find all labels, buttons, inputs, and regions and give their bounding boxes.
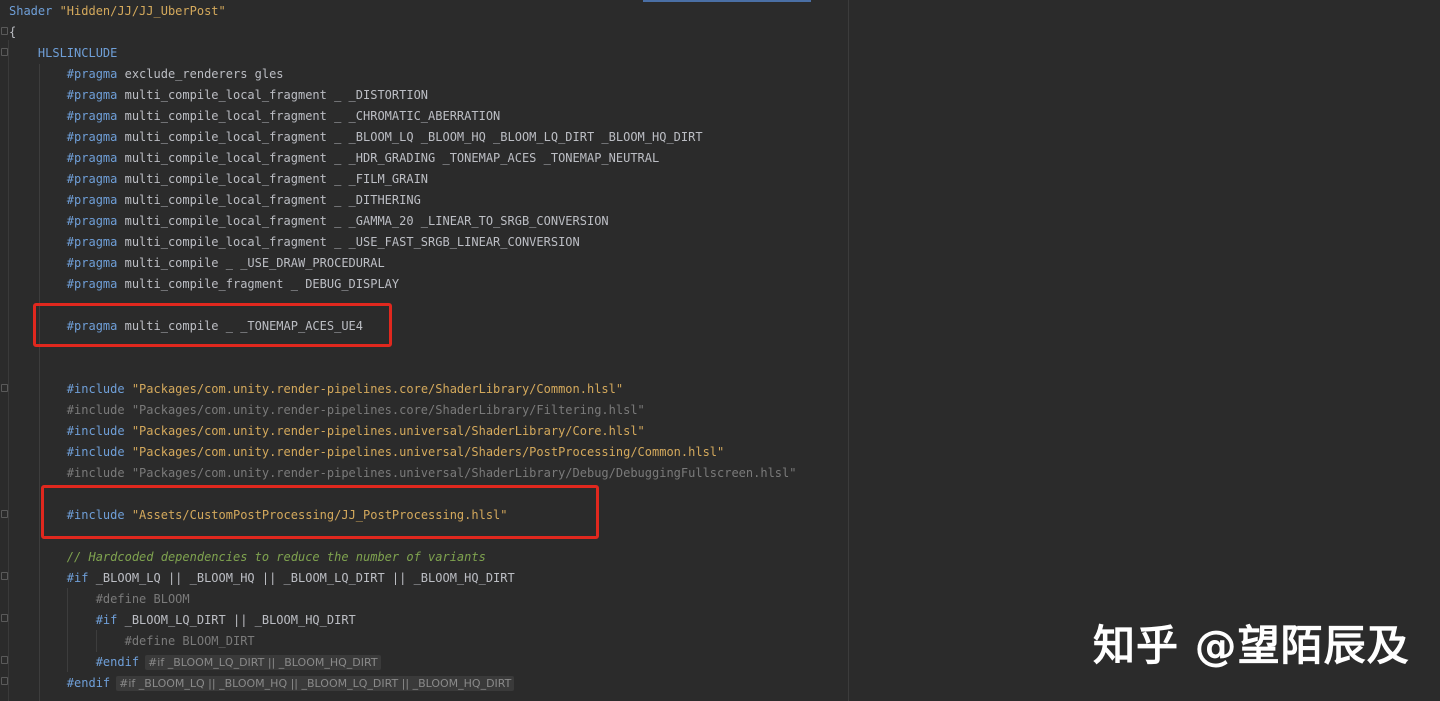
code-token: { [9, 25, 17, 39]
code-line[interactable]: #if _BLOOM_LQ || _BLOOM_HQ || _BLOOM_LQ_… [9, 568, 515, 589]
code-line[interactable]: #pragma multi_compile _ _USE_DRAW_PROCED… [9, 253, 385, 274]
code-line[interactable]: // Hardcoded dependencies to reduce the … [9, 547, 486, 568]
code-token: multi_compile_fragment _ DEBUG_DISPLAY [124, 277, 400, 291]
code-token: multi_compile_local_fragment _ _USE_FAST… [124, 235, 580, 249]
highlight-box-custom-include [41, 485, 599, 539]
code-token: "Hidden/JJ/JJ_UberPost" [59, 4, 226, 18]
code-token: _BLOOM_LQ_DIRT || _BLOOM_HQ_DIRT [124, 613, 356, 627]
fold-toggle-icon[interactable] [1, 614, 8, 622]
code-token: #pragma [9, 235, 125, 249]
code-token: #include "Packages/com.unity.render-pipe… [9, 466, 797, 480]
fold-toggle-icon[interactable] [1, 48, 8, 56]
code-line[interactable]: #endif #if _BLOOM_LQ || _BLOOM_HQ || _BLO… [9, 673, 515, 694]
watermark: 知乎 @望陌辰及 [1093, 621, 1410, 670]
code-token: _BLOOM_LQ || _BLOOM_HQ || _BLOOM_LQ_DIRT… [95, 571, 515, 585]
code-line[interactable]: { [9, 22, 16, 43]
code-line[interactable]: #pragma multi_compile_local_fragment _ _… [9, 148, 659, 169]
fold-toggle-icon[interactable] [1, 27, 8, 35]
code-editor[interactable]: Shader "Hidden/JJ/JJ_UberPost" { HLSLINCL… [0, 0, 1440, 701]
code-line[interactable]: #pragma multi_compile_local_fragment _ _… [9, 85, 428, 106]
code-token: #pragma [9, 130, 125, 144]
code-token: multi_compile_local_fragment _ _HDR_GRAD… [124, 151, 660, 165]
code-line[interactable]: #include "Packages/com.unity.render-pipe… [9, 442, 724, 463]
code-token: multi_compile_local_fragment _ _FILM_GRA… [124, 172, 429, 186]
code-token: #pragma [9, 172, 125, 186]
code-token: #pragma [9, 214, 125, 228]
code-line[interactable]: Shader "Hidden/JJ/JJ_UberPost" [9, 1, 226, 22]
highlight-box-tonemap-pragma [33, 303, 392, 347]
fold-toggle-icon[interactable] [1, 510, 8, 518]
fold-toggle-icon[interactable] [1, 677, 8, 685]
code-line[interactable]: #pragma multi_compile_local_fragment _ _… [9, 211, 609, 232]
code-token: multi_compile_local_fragment _ _DITHERIN… [124, 193, 421, 207]
code-token: #endif [9, 676, 111, 690]
code-token: #include [9, 424, 132, 438]
code-token: Shader [9, 4, 60, 18]
scroll-indicator [643, 0, 811, 2]
code-line[interactable]: #include "Packages/com.unity.render-pipe… [9, 400, 645, 421]
code-token: #if [9, 571, 96, 585]
fold-toggle-icon[interactable] [1, 572, 8, 580]
code-token: #define BLOOM_DIRT [9, 634, 255, 648]
code-token: #pragma [9, 151, 125, 165]
code-token: #endif [9, 655, 140, 669]
code-line[interactable]: #include "Packages/com.unity.render-pipe… [9, 379, 623, 400]
code-line[interactable]: #include "Packages/com.unity.render-pipe… [9, 421, 645, 442]
code-token: #include [9, 445, 132, 459]
code-token: #if [9, 613, 125, 627]
code-token: multi_compile_local_fragment _ _DISTORTI… [124, 88, 429, 102]
code-token: #include [9, 382, 132, 396]
code-token: "Packages/com.unity.render-pipelines.uni… [131, 424, 645, 438]
code-line[interactable]: HLSLINCLUDE [9, 43, 117, 64]
code-token: "Packages/com.unity.render-pipelines.uni… [131, 445, 725, 459]
code-line[interactable]: #pragma multi_compile_local_fragment _ _… [9, 190, 421, 211]
code-line[interactable]: #pragma multi_compile_fragment _ DEBUG_D… [9, 274, 399, 295]
code-line[interactable]: #define BLOOM_DIRT [9, 631, 255, 652]
code-token: HLSLINCLUDE [9, 46, 118, 60]
inlay-hint: #if _BLOOM_LQ_DIRT || _BLOOM_HQ_DIRT [145, 655, 381, 670]
code-line[interactable]: #if _BLOOM_LQ_DIRT || _BLOOM_HQ_DIRT [9, 610, 356, 631]
code-line[interactable]: #pragma multi_compile_local_fragment _ _… [9, 106, 500, 127]
code-token: "Packages/com.unity.render-pipelines.cor… [131, 382, 624, 396]
code-token: #pragma [9, 109, 125, 123]
code-line[interactable]: #pragma multi_compile_local_fragment _ _… [9, 169, 428, 190]
code-token: multi_compile_local_fragment _ _GAMMA_20… [124, 214, 609, 228]
code-token: // Hardcoded dependencies to reduce the … [9, 550, 486, 564]
code-token: #include "Packages/com.unity.render-pipe… [9, 403, 645, 417]
code-token: multi_compile _ _USE_DRAW_PROCEDURAL [124, 256, 385, 270]
right-margin-guide [848, 0, 849, 701]
code-token: exclude_renderers gles [124, 67, 284, 81]
code-line[interactable]: #pragma multi_compile_local_fragment _ _… [9, 232, 580, 253]
code-token: #pragma [9, 193, 125, 207]
code-token: #define BLOOM [9, 592, 190, 606]
code-line[interactable]: #endif #if _BLOOM_LQ_DIRT || _BLOOM_HQ_DI… [9, 652, 381, 673]
code-line[interactable]: #include "Packages/com.unity.render-pipe… [9, 463, 797, 484]
code-line[interactable]: #pragma exclude_renderers gles [9, 64, 284, 85]
code-token: #pragma [9, 277, 125, 291]
code-line[interactable]: #pragma multi_compile_local_fragment _ _… [9, 127, 703, 148]
code-token: #pragma [9, 256, 125, 270]
code-token: #pragma [9, 88, 125, 102]
code-line[interactable]: #define BLOOM [9, 589, 190, 610]
code-token: multi_compile_local_fragment _ _CHROMATI… [124, 109, 501, 123]
code-token: #pragma [9, 67, 125, 81]
inlay-hint: #if _BLOOM_LQ || _BLOOM_HQ || _BLOOM_LQ_… [116, 676, 515, 691]
fold-toggle-icon[interactable] [1, 384, 8, 392]
code-token: multi_compile_local_fragment _ _BLOOM_LQ… [124, 130, 703, 144]
fold-toggle-icon[interactable] [1, 656, 8, 664]
